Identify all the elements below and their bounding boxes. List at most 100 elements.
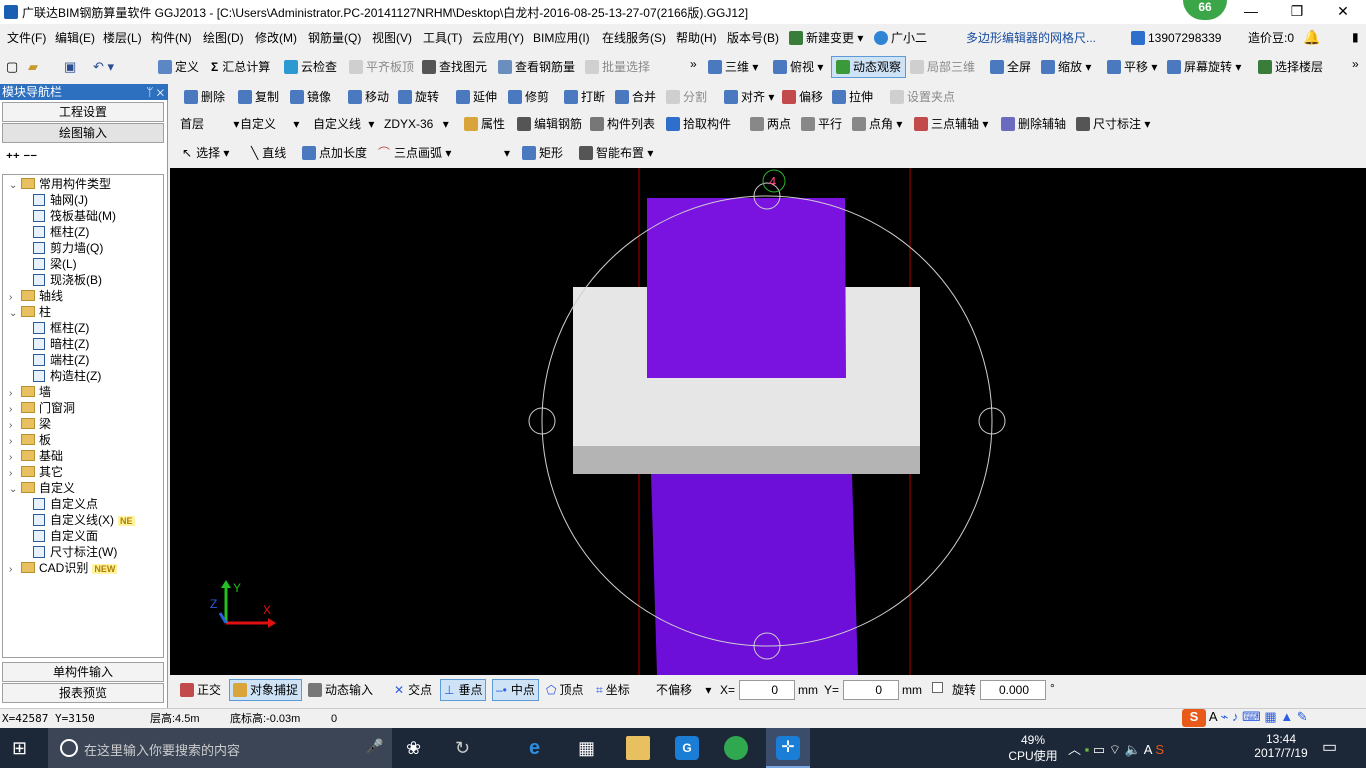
browser-360-icon[interactable] [724,736,748,760]
local-3d-button[interactable]: 局部三维 [910,59,975,75]
menu-edit[interactable]: 编辑(E) [55,30,95,46]
close-button[interactable]: ✕ [1320,0,1366,24]
expander-icon[interactable]: ⌄ [9,306,19,321]
menu-help[interactable]: 帮助(H) [676,30,717,46]
drawing-canvas[interactable]: 4 X Y Z [170,168,1366,675]
vertex-snap[interactable]: ⬠ 顶点 [546,682,583,698]
copy-button[interactable]: 复制 [238,89,279,105]
object-snap-toggle[interactable]: 对象捕捉 [229,679,303,701]
menu-tools[interactable]: 工具(T) [423,30,462,46]
dynamic-input-toggle[interactable]: 动态输入 [308,682,373,698]
bell-icon[interactable]: 🔔 [1303,29,1320,45]
three-point-arc-button[interactable]: ⌒ 三点画弧 ▾ [378,145,451,161]
expander-icon[interactable]: › [9,562,19,577]
split-button[interactable]: 分割 [666,89,707,105]
two-point-axis-button[interactable]: 两点 [750,116,791,132]
stretch-button[interactable]: 拉伸 [832,89,873,105]
define-button[interactable]: 定义 [158,59,199,75]
tray-icons[interactable]: ︿ ▪ ▭ ⌔ 🔈 A S [1068,739,1164,758]
parallel-axis-button[interactable]: 平行 [801,116,842,132]
align-button[interactable]: 对齐 ▾ [724,89,774,105]
floor-select[interactable]: 首层 ▾ [180,116,239,132]
rotate-button[interactable]: 旋转 [398,89,439,105]
break-button[interactable]: 打断 [564,89,605,105]
cpu-widget[interactable]: 49% CPU使用 [1008,733,1058,764]
task-view-icon[interactable]: ❀ [406,736,430,760]
edit-rebar-button[interactable]: 编辑钢筋 [517,116,582,132]
menu-bim[interactable]: BIM应用(I) [533,30,590,46]
notice-link[interactable]: 多边形编辑器的网格尺... [966,30,1096,46]
expander-icon[interactable]: › [9,402,19,417]
tree-item[interactable]: 自定义点 [33,497,98,512]
properties-button[interactable]: 属性 [464,116,505,132]
dimension-button[interactable]: 尺寸标注 ▾ [1076,116,1150,132]
draw-input-button[interactable]: 绘图输入 [2,123,164,143]
tree-folder[interactable]: ⌄ 常用构件类型 [9,177,111,193]
component-list-button[interactable]: 构件列表 [590,116,655,132]
tree-folder[interactable]: › 基础 [9,449,63,465]
line-tool-button[interactable]: ╲ 直线 [251,145,286,161]
menu-component[interactable]: 构件(N) [151,30,192,46]
file-explorer-icon[interactable] [626,736,650,760]
tree-item[interactable]: 构造柱(Z) [33,369,101,384]
tree-item[interactable]: 端柱(Z) [33,353,89,368]
navigator-pin-close[interactable]: ᛘ ✕ [146,84,164,100]
menu-rebar[interactable]: 钢筋量(Q) [308,30,361,46]
tree-folder[interactable]: › 梁 [9,417,51,433]
expander-icon[interactable]: › [9,418,19,433]
three-point-axis-button[interactable]: 三点辅轴 ▾ [914,116,988,132]
pan-button[interactable]: 平移 ▾ [1107,59,1157,75]
view-rebar-button[interactable]: 查看钢筋量 [498,59,575,75]
tree-folder[interactable]: ⌄ 自定义 [9,481,75,497]
ggj-taskbar-button[interactable]: ✛ [766,728,810,768]
menu-version[interactable]: 版本号(B) [727,30,779,46]
menu-cloud[interactable]: 云应用(Y) [472,30,524,46]
new-file-icon[interactable]: ▢ [6,59,18,75]
zoom-button[interactable]: 缩放 ▾ [1041,59,1091,75]
rotate-input[interactable]: 0.000 [980,680,1046,700]
trim-button[interactable]: 修剪 [508,89,549,105]
drawing-svg[interactable]: 4 X Y Z [170,168,1366,675]
offset-mode-select[interactable]: 不偏移 ▾ [656,682,711,698]
expander-icon[interactable]: › [9,386,19,401]
find-element-button[interactable]: 查找图元 [422,59,487,75]
offset-button[interactable]: 偏移 [782,89,823,105]
intersection-snap[interactable]: ✕ 交点 [394,682,432,698]
tree-item[interactable]: 自定义面 [33,529,98,544]
smart-layout-button[interactable]: 智能布置 ▾ [579,145,653,161]
tree-item[interactable]: 剪力墙(Q) [33,241,103,256]
single-component-button[interactable]: 单构件输入 [2,662,164,682]
minimize-button[interactable]: — [1228,0,1274,24]
delete-button[interactable]: 删除 [184,89,225,105]
select-tool-button[interactable]: ↖ 选择 ▾ [182,145,229,161]
save-icon[interactable]: ▣ [64,59,76,75]
report-preview-button[interactable]: 报表预览 [2,683,164,703]
tree-item[interactable]: 筏板基础(M) [33,209,116,224]
store-icon[interactable]: ▦ [578,736,602,760]
3d-button[interactable]: 三维 ▾ [708,59,758,75]
tree-item[interactable]: 框柱(Z) [33,225,89,240]
tree-folder[interactable]: › 其它 [9,465,63,481]
expander-icon[interactable]: ⌄ [9,482,19,497]
ortho-toggle[interactable]: 正交 [180,682,221,698]
toolbar-overflow-icon-2[interactable]: » [1352,56,1359,72]
expander-icon[interactable]: › [9,450,19,465]
extend-button[interactable]: 延伸 [456,89,497,105]
expander-icon[interactable]: › [9,434,19,449]
expander-icon[interactable]: › [9,466,19,481]
coordinate-snap[interactable]: ⌗ 坐标 [596,682,630,698]
tree-item[interactable]: 尺寸标注(W) [33,545,117,560]
ime-toolbar[interactable]: S A ⌁ ♪ ⌨ ▦ ▲ ✎ [1182,709,1308,727]
move-button[interactable]: 移动 [348,89,389,105]
menu-assistant[interactable]: 广小二 [874,30,927,46]
expander-icon[interactable]: ⌄ [9,178,19,193]
windows-start-icon[interactable]: ⊞ [12,736,36,760]
menu-view[interactable]: 视图(V) [372,30,412,46]
purple-column-upper[interactable] [647,198,846,378]
microphone-icon[interactable]: 🎤 [366,738,383,755]
clock[interactable]: 13:44 2017/7/19 [1248,732,1314,760]
delete-axis-button[interactable]: 删除辅轴 [1001,116,1066,132]
tree-item[interactable]: 轴网(J) [33,193,88,208]
tree-item[interactable]: 暗柱(Z) [33,337,89,352]
edge-alt-icon[interactable]: ↻ [455,736,479,760]
